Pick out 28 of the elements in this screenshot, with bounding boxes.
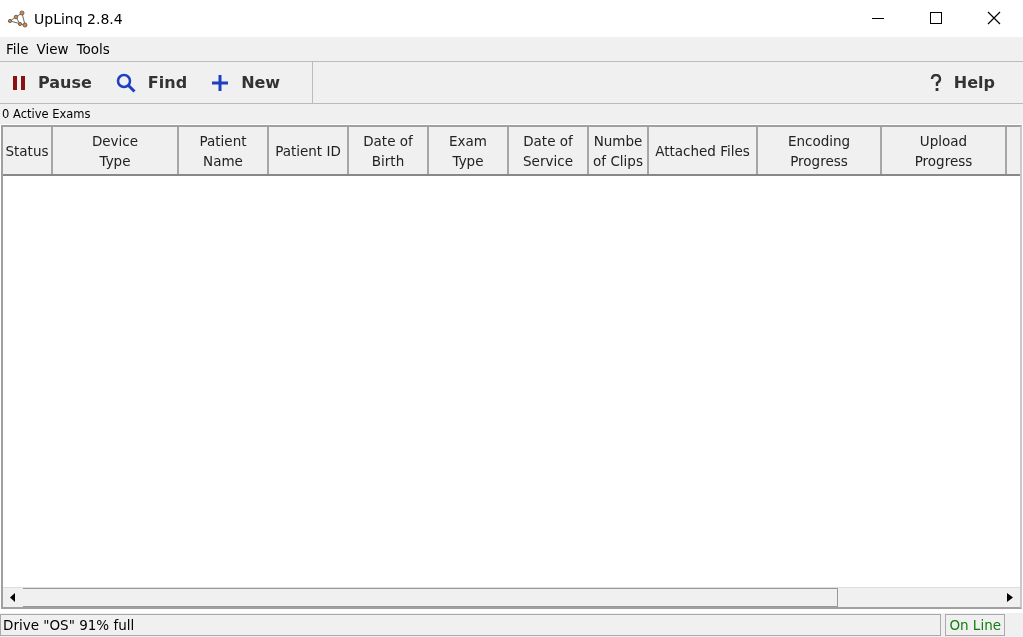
app-logo-icon	[8, 9, 28, 28]
column-header[interactable]: Status	[3, 127, 53, 174]
help-button[interactable]: Help	[917, 65, 1007, 100]
drive-status: Drive "OS" 91% full	[0, 614, 942, 636]
new-button[interactable]: New	[199, 65, 293, 100]
column-header[interactable]: Device Type	[53, 127, 179, 174]
column-header[interactable]: Encoding Progress	[758, 127, 882, 174]
plus-icon	[211, 73, 230, 92]
active-exams-count: 0 Active Exams	[0, 104, 1023, 124]
column-header[interactable]: Exam Type	[429, 127, 509, 174]
menu-item[interactable]: Tools	[72, 41, 114, 57]
find-button[interactable]: Find	[103, 65, 200, 100]
column-header[interactable]: Numbe of Clips	[589, 127, 649, 174]
help-icon	[929, 73, 942, 92]
window-title: UpLinq 2.8.4	[34, 10, 124, 27]
column-header[interactable]: Date of Birth	[349, 127, 429, 174]
scrollbar-thumb[interactable]	[23, 588, 838, 607]
connection-status: On Line	[945, 614, 1005, 636]
column-header[interactable]: Date of Service	[509, 127, 589, 174]
menu-item[interactable]: File	[2, 41, 33, 57]
menu-item[interactable]: View	[32, 41, 73, 57]
pause-icon	[12, 74, 26, 91]
search-icon	[115, 72, 136, 93]
column-header[interactable]: Attached Files	[649, 127, 758, 174]
pause-button[interactable]: Pause	[0, 65, 104, 100]
column-header[interactable]: Upload Progress	[882, 127, 1007, 174]
column-header[interactable]: Patient Name	[179, 127, 269, 174]
column-header[interactable]: Patient ID	[269, 127, 349, 174]
